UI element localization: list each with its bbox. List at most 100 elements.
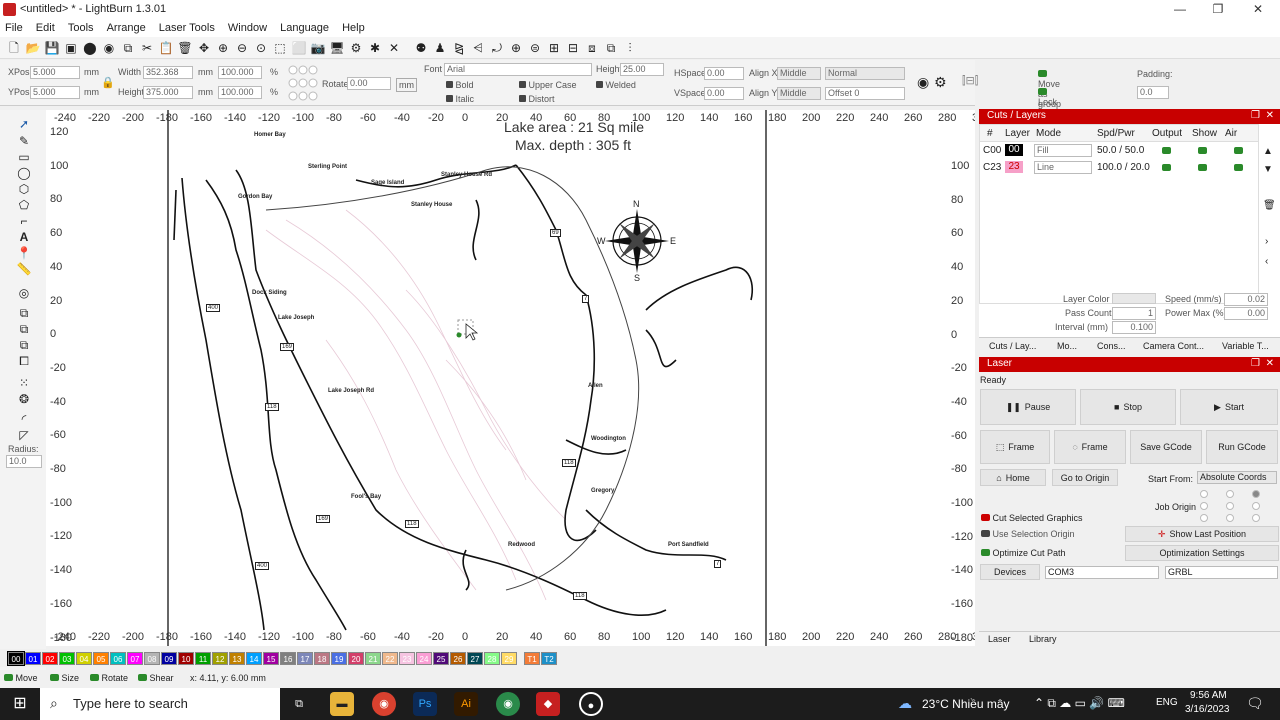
optimization-settings-button[interactable]: Optimization Settings: [1125, 545, 1279, 561]
preview-icon[interactable]: ◉: [917, 74, 929, 91]
panel-float-icon[interactable]: ❐: [1251, 110, 1260, 121]
tab-console[interactable]: Cons...: [1097, 341, 1126, 351]
taskbar-search-box[interactable]: ⌕ Type here to search: [40, 688, 280, 720]
rotate-toggle[interactable]: [90, 674, 99, 681]
lock-inner-toggle[interactable]: [1038, 88, 1047, 95]
row-air-toggle[interactable]: [1234, 164, 1243, 171]
select-tool-icon[interactable]: ➚: [16, 117, 32, 131]
palette-swatch-23[interactable]: 23: [399, 651, 415, 665]
expand-right-icon[interactable]: ›: [1265, 236, 1268, 247]
row-air-toggle[interactable]: [1234, 147, 1243, 154]
export-icon[interactable]: ◉: [101, 40, 117, 56]
chrome-icon[interactable]: ◉: [372, 692, 396, 716]
palette-swatch-07[interactable]: 07: [127, 651, 143, 665]
rotate-icon[interactable]: ⤾: [489, 40, 505, 56]
file-explorer-icon[interactable]: ▬: [330, 692, 354, 716]
welded-checkbox[interactable]: [596, 81, 603, 88]
import-icon[interactable]: ⬤: [82, 40, 98, 56]
obs-icon[interactable]: ●: [579, 692, 603, 716]
size-toggle[interactable]: [50, 674, 59, 681]
mirror-vertical-icon[interactable]: ⩤: [470, 40, 486, 56]
palette-swatch-15[interactable]: 15: [263, 651, 279, 665]
palette-swatch-T2[interactable]: T2: [541, 651, 557, 665]
distribute-v-icon[interactable]: ⧉: [603, 40, 619, 56]
palette-swatch-09[interactable]: 09: [161, 651, 177, 665]
palette-swatch-12[interactable]: 12: [212, 651, 228, 665]
lock-ratio-icon[interactable]: 🔒: [101, 76, 115, 89]
task-view-icon[interactable]: ⧉: [287, 692, 311, 716]
menu-laser-tools[interactable]: Laser Tools: [154, 20, 220, 36]
row-show-toggle[interactable]: [1198, 164, 1207, 171]
start-button[interactable]: ▶ Start: [1180, 389, 1278, 425]
font-select[interactable]: Arial: [444, 63, 592, 76]
palette-swatch-17[interactable]: 17: [297, 651, 313, 665]
vspace-input[interactable]: 0.00: [704, 87, 744, 100]
close-button[interactable]: ✕: [1238, 2, 1278, 16]
go-to-origin-button[interactable]: Go to Origin: [1052, 469, 1118, 486]
weld-icon[interactable]: ⧠: [16, 354, 32, 368]
job-origin-grid[interactable]: [1199, 489, 1261, 523]
pass-count-input[interactable]: 1: [1112, 307, 1156, 320]
row-output-toggle[interactable]: [1162, 164, 1171, 171]
boolean-intersect-icon[interactable]: ⧉: [16, 338, 32, 352]
corner-chamfer-icon[interactable]: ◸: [16, 428, 32, 442]
save-gcode-button[interactable]: Save GCode: [1130, 430, 1202, 464]
polygon-tool-icon[interactable]: ⬡: [16, 182, 32, 196]
tab-variable-text[interactable]: Variable T...: [1222, 341, 1269, 351]
group-icon[interactable]: ⚉: [413, 40, 429, 56]
optimize-toggle[interactable]: [981, 549, 990, 556]
circular-array-icon[interactable]: ❂: [16, 392, 32, 406]
ellipse-tool-icon[interactable]: ◯: [16, 166, 32, 180]
power-max-input[interactable]: 0.00: [1224, 307, 1268, 320]
xpos-input[interactable]: 5.000: [30, 66, 80, 79]
align-x-select[interactable]: Middle: [777, 67, 821, 80]
row-output-toggle[interactable]: [1162, 147, 1171, 154]
lightburn-taskbar-icon[interactable]: ◆: [536, 692, 560, 716]
move-icon[interactable]: ✥: [196, 40, 212, 56]
device-settings-icon[interactable]: ✱: [367, 40, 383, 56]
boolean-union-icon[interactable]: ⧉: [16, 306, 32, 320]
menu-file[interactable]: File: [0, 20, 28, 36]
use-selection-toggle[interactable]: [981, 530, 990, 537]
menu-language[interactable]: Language: [275, 20, 334, 36]
menu-window[interactable]: Window: [223, 20, 272, 36]
illustrator-icon[interactable]: Ai: [454, 692, 478, 716]
palette-swatch-01[interactable]: 01: [25, 651, 41, 665]
row-mode-select[interactable]: Line: [1034, 161, 1092, 174]
row-layer-swatch[interactable]: 23: [1005, 161, 1023, 173]
layer-color-field[interactable]: [1112, 293, 1156, 304]
clock-time[interactable]: 9:56 AM: [1190, 690, 1227, 701]
monitor-icon[interactable]: 🖥: [329, 40, 345, 56]
palette-swatch-T1[interactable]: T1: [524, 651, 540, 665]
units-toggle-button[interactable]: mm: [396, 78, 417, 92]
align-icon[interactable]: ⊜: [527, 40, 543, 56]
offset-tool-icon[interactable]: ◎: [16, 286, 32, 300]
panel-close-icon[interactable]: ✕: [1266, 110, 1274, 121]
run-gcode-button[interactable]: Run GCode: [1206, 430, 1278, 464]
pause-button[interactable]: ❚❚ Pause: [980, 389, 1076, 425]
scale-height-input[interactable]: 100.000: [218, 86, 262, 99]
palette-swatch-27[interactable]: 27: [467, 651, 483, 665]
menu-help[interactable]: Help: [337, 20, 370, 36]
palette-swatch-29[interactable]: 29: [501, 651, 517, 665]
table-row[interactable]: C00 00 Fill 50.0 / 50.0: [980, 142, 1258, 159]
row-layer-swatch[interactable]: 00: [1005, 144, 1023, 156]
tab-move[interactable]: Mo...: [1057, 341, 1077, 351]
align-center-icon[interactable]: ⊕: [508, 40, 524, 56]
interval-input[interactable]: 0.100: [1112, 321, 1156, 334]
photoshop-icon[interactable]: Ps: [413, 692, 437, 716]
corner-round-icon[interactable]: ◜: [16, 412, 32, 426]
height-input[interactable]: 375.000: [143, 86, 193, 99]
panel-float-icon[interactable]: ❐: [1251, 358, 1260, 369]
speed-input[interactable]: 0.02: [1224, 293, 1268, 306]
palette-swatch-16[interactable]: 16: [280, 651, 296, 665]
align-y-select[interactable]: Middle: [777, 87, 821, 100]
zoom-in-icon[interactable]: ⊕: [215, 40, 231, 56]
zoom-fit-icon[interactable]: ⊙: [253, 40, 269, 56]
bold-checkbox[interactable]: [446, 81, 453, 88]
tools-icon[interactable]: ✕: [386, 40, 402, 56]
move-toggle[interactable]: [4, 674, 13, 681]
palette-swatch-08[interactable]: 08: [144, 651, 160, 665]
padding-input[interactable]: 0.0: [1137, 86, 1169, 99]
frame-icon[interactable]: ⬜: [291, 40, 307, 56]
